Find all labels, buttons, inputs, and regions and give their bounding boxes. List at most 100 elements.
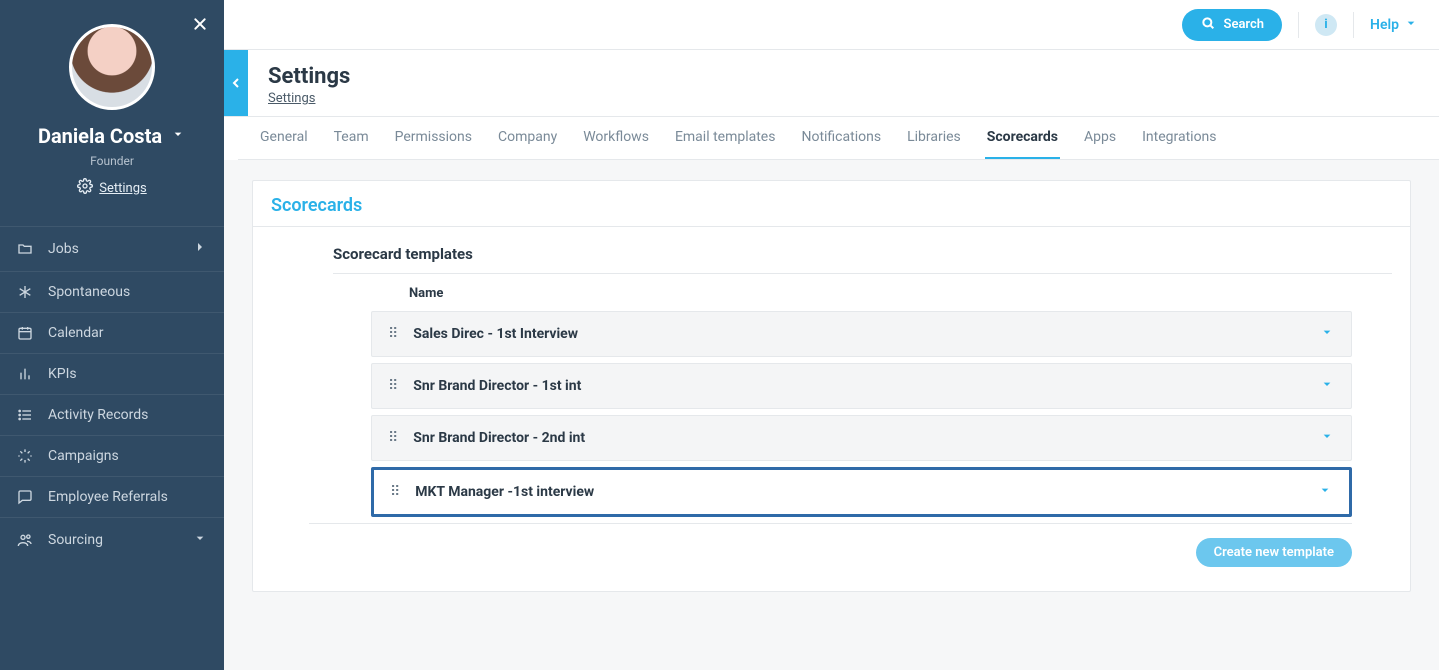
expand-row-button[interactable] [1319,376,1335,396]
create-template-button[interactable]: Create new template [1196,538,1352,567]
spark-icon [16,448,34,464]
chevron-right-icon [192,239,208,259]
page-title: Settings [268,64,350,89]
template-list: ⠿ Sales Direc - 1st Interview ⠿ Snr Brand D… [371,311,1352,517]
expand-row-button[interactable] [1317,482,1333,502]
avatar [69,24,155,110]
drag-handle-icon[interactable]: ⠿ [388,378,399,394]
caret-down-icon [192,530,208,550]
drag-handle-icon[interactable]: ⠿ [388,326,399,342]
profile-settings-label: Settings [99,181,146,196]
sidebar-item-activity[interactable]: Activity Records [0,394,224,435]
tab-notifications[interactable]: Notifications [799,117,883,159]
expand-row-button[interactable] [1319,428,1335,448]
tab-label: Integrations [1142,129,1216,145]
scorecards-card: Scorecards Scorecard templates Name ⠿ Sal… [252,180,1411,592]
bar-chart-icon [16,366,34,382]
main: Search i Help Settings Settings General T… [224,0,1439,670]
sidebar-item-label: KPIs [48,366,77,382]
collapse-sidebar-button[interactable] [224,50,248,116]
help-dropdown[interactable]: Help [1370,15,1419,35]
tabs: General Team Permissions Company Workflows Em… [238,117,1439,160]
sidebar: Daniela Costa Founder Settings Jobs [0,0,224,670]
tab-label: General [260,129,308,145]
breadcrumb[interactable]: Settings [268,91,350,106]
tab-apps[interactable]: Apps [1082,117,1118,159]
profile-name-dropdown[interactable]: Daniela Costa [38,124,186,148]
template-row[interactable]: ⠿ Sales Direc - 1st Interview [371,311,1352,357]
sidebar-nav: Jobs Spontaneous Calendar KPIs [0,226,224,562]
template-row[interactable]: ⠿ MKT Manager -1st interview [371,467,1352,517]
divider [309,523,1352,524]
sidebar-item-label: Employee Referrals [48,489,168,505]
tab-workflows[interactable]: Workflows [581,117,651,159]
tab-company[interactable]: Company [496,117,559,159]
calendar-icon [16,325,34,341]
card-title: Scorecards [253,181,1410,227]
tab-label: Workflows [583,129,649,145]
template-name: Snr Brand Director - 2nd int [413,430,1305,446]
caret-down-icon [1403,15,1419,35]
tab-label: Company [498,129,557,145]
template-name: MKT Manager -1st interview [415,484,1303,500]
template-row[interactable]: ⠿ Snr Brand Director - 1st int [371,363,1352,409]
tab-label: Email templates [675,129,776,145]
close-sidebar-button[interactable] [192,16,208,36]
divider [1298,12,1299,38]
sidebar-item-spontaneous[interactable]: Spontaneous [0,271,224,312]
drag-handle-icon[interactable]: ⠿ [388,430,399,446]
create-template-label: Create new template [1214,545,1334,560]
search-icon [1200,15,1216,35]
expand-row-button[interactable] [1319,324,1335,344]
topbar: Search i Help [224,0,1439,50]
tab-label: Notifications [801,129,881,145]
sidebar-item-label: Jobs [48,241,79,257]
sidebar-item-label: Sourcing [48,532,103,548]
sidebar-item-campaigns[interactable]: Campaigns [0,435,224,476]
tab-label: Apps [1084,129,1116,145]
section-title: Scorecard templates [333,245,1392,274]
template-row[interactable]: ⠿ Snr Brand Director - 2nd int [371,415,1352,461]
profile-role: Founder [90,154,134,168]
folder-icon [16,241,34,257]
people-icon [16,532,34,548]
help-label: Help [1370,17,1399,33]
profile-block: Daniela Costa Founder Settings [0,0,224,216]
asterisk-icon [16,284,34,300]
template-name: Snr Brand Director - 1st int [413,378,1305,394]
tab-libraries[interactable]: Libraries [905,117,963,159]
tab-team[interactable]: Team [332,117,371,159]
tab-general[interactable]: General [258,117,310,159]
sidebar-item-label: Calendar [48,325,104,341]
tab-scorecards[interactable]: Scorecards [985,117,1060,159]
template-name: Sales Direc - 1st Interview [413,326,1305,342]
info-icon[interactable]: i [1315,14,1337,36]
drag-handle-icon[interactable]: ⠿ [390,484,401,500]
tab-label: Permissions [395,129,472,145]
sidebar-item-label: Spontaneous [48,284,130,300]
gear-icon [77,178,93,198]
search-label: Search [1224,17,1265,32]
chat-icon [16,489,34,505]
tab-integrations[interactable]: Integrations [1140,117,1218,159]
sidebar-item-jobs[interactable]: Jobs [0,226,224,271]
tab-permissions[interactable]: Permissions [393,117,474,159]
profile-name: Daniela Costa [38,124,162,148]
divider [1353,12,1354,38]
page-header: Settings Settings [224,50,1439,117]
list-icon [16,407,34,423]
profile-settings-link[interactable]: Settings [77,178,146,198]
column-name-header: Name [409,286,1392,301]
tab-label: Scorecards [987,129,1058,145]
search-button[interactable]: Search [1182,9,1283,41]
sidebar-item-kpis[interactable]: KPIs [0,353,224,394]
sidebar-item-sourcing[interactable]: Sourcing [0,517,224,562]
sidebar-item-label: Activity Records [48,407,148,423]
tab-label: Team [334,129,369,145]
sidebar-item-calendar[interactable]: Calendar [0,312,224,353]
sidebar-item-label: Campaigns [48,448,119,464]
caret-down-icon [170,126,186,146]
sidebar-item-referrals[interactable]: Employee Referrals [0,476,224,517]
tab-label: Libraries [907,129,961,145]
tab-email-templates[interactable]: Email templates [673,117,778,159]
